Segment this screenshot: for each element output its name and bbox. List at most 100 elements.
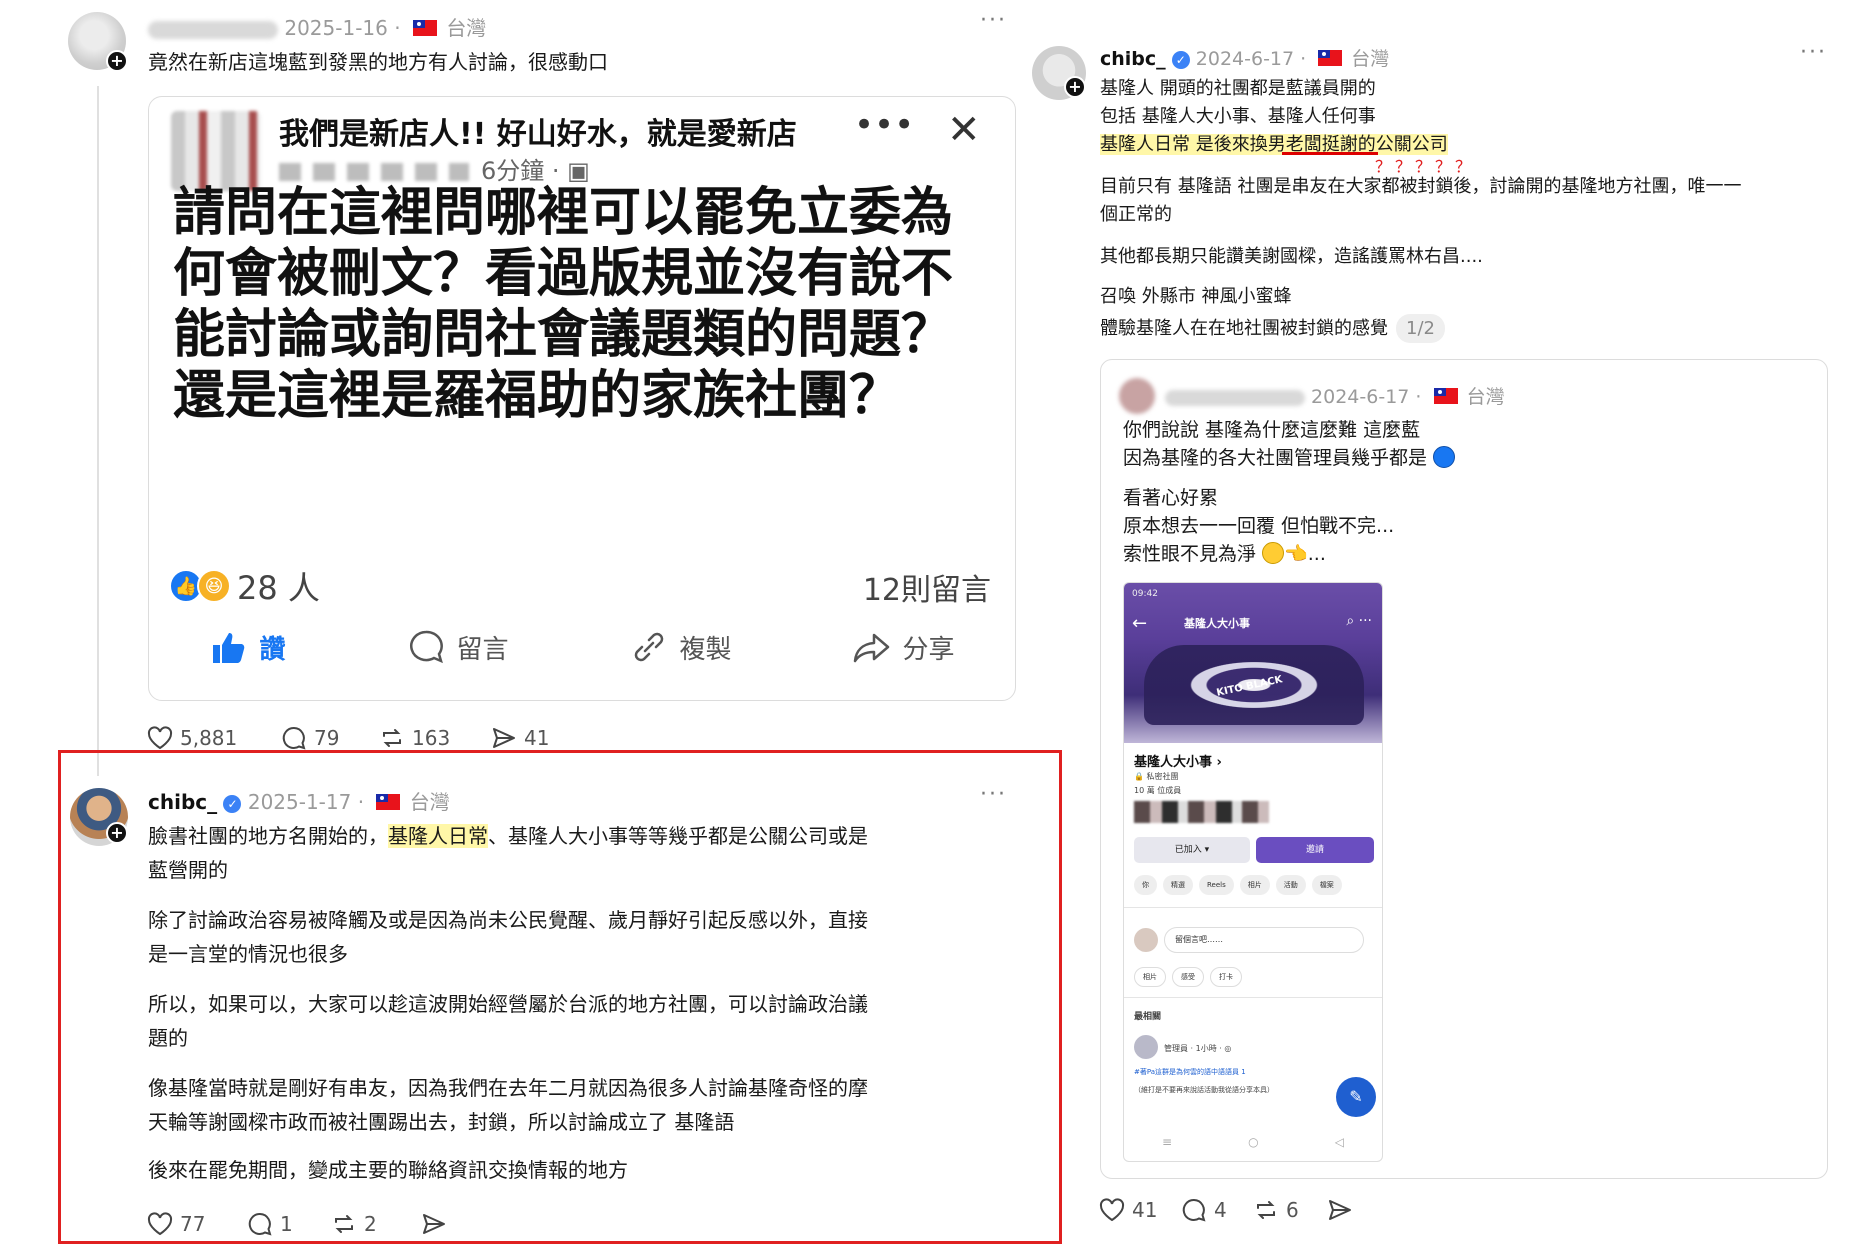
comment-icon	[282, 726, 306, 750]
comment-icon	[410, 630, 444, 664]
post-text-line: 體驗基隆人在在地社團被封鎖的感覺 1/2	[1100, 314, 1445, 343]
post-location: 台灣	[409, 790, 450, 814]
verified-badge-icon: ✓	[223, 795, 242, 813]
feed-section-label: 最相關	[1134, 1012, 1162, 1022]
post-text-line: 基隆人 開頭的社團都是藍議員開的	[1100, 78, 1376, 99]
post-text-line: 目前只有 基隆語 社團是串友在大家都被封鎖後，討論開的基隆地方社團，唯一一	[1100, 176, 1742, 197]
tab-chips: 你 精選 Reels 相片 活動 檔案	[1134, 875, 1342, 895]
share-arrow-icon	[854, 633, 890, 663]
share-stat[interactable]: 41	[490, 724, 549, 752]
post-subtitle: 6分鐘 · ▣	[279, 151, 590, 186]
post-date: 2024-6-17	[1195, 48, 1295, 70]
share-button[interactable]: 分享	[852, 627, 955, 667]
status-bar-time: 09:42	[1132, 589, 1158, 599]
member-count: 10 萬 位成員	[1134, 786, 1182, 795]
like-button[interactable]: 讚	[209, 627, 286, 667]
group-name: 基隆人大小事 ›	[1134, 755, 1222, 770]
group-name: 我們是新店人!! 好山好水，就是愛新店	[279, 117, 797, 152]
back-arrow-icon: ←	[1132, 613, 1148, 634]
verified-badge-icon: ✓	[1171, 51, 1190, 69]
post-options: 相片 感受 打卡	[1134, 967, 1242, 987]
post-meta: chibc_ ✓ 2025-1-17 · 台灣	[148, 790, 450, 814]
post-meta: 管理員 · 1小時 · ◎	[1164, 1044, 1232, 1053]
like-stat[interactable]: 77	[146, 1210, 205, 1238]
link-icon	[635, 632, 664, 662]
post-link: #著Pa這群是為何雲的語中語語員 1	[1134, 1068, 1246, 1076]
post-text-line: 你們說說 基隆為什麼這麼難 這麼藍	[1123, 419, 1421, 441]
post-text-line: 原本想去一一回覆 但怕戰不完...	[1123, 515, 1395, 537]
surprised-face-icon	[1262, 542, 1285, 564]
more-options-button[interactable]: ···	[980, 8, 1007, 33]
username[interactable]: chibc_	[1100, 48, 1166, 70]
facebook-post-screenshot: 我們是新店人!! 好山好水，就是愛新店 6分鐘 · ▣ ••• ✕ 請問在這裡問…	[148, 96, 1016, 701]
follow-plus-icon[interactable]: +	[1064, 76, 1086, 98]
repost-stat[interactable]: 2	[330, 1210, 377, 1238]
repost-icon	[383, 729, 401, 747]
share-stat[interactable]	[420, 1210, 448, 1238]
reply-stat[interactable]: 79	[280, 724, 339, 752]
post-location: 台灣	[1351, 48, 1390, 70]
action-bar: 讚 留言 複製 分享	[149, 627, 1015, 667]
highlighted-text: 基隆人日常 是後來換男老闆挺謝的公關公司	[1100, 134, 1448, 155]
post-text-line: 看著心好累	[1123, 487, 1219, 509]
post-text-line: 其他都長期只能讚美謝國樑，造謠護罵林右昌....	[1100, 246, 1483, 267]
taiwan-flag-icon	[376, 794, 401, 810]
highlighted-text: 基隆人日常	[388, 824, 488, 848]
phone-screenshot[interactable]: 09:42 ← 基隆人大小事 ⌕ ··· KITO BLACK 基隆人大小事 ›…	[1123, 582, 1383, 1162]
group-icon: ▣	[567, 157, 590, 185]
reply-stat[interactable]: 4	[1180, 1196, 1227, 1224]
haha-reaction-icon: 😆	[197, 569, 231, 603]
group-avatar	[171, 111, 261, 191]
copy-button[interactable]: 複製	[629, 627, 732, 667]
member-avatars	[1134, 801, 1269, 823]
repost-stat[interactable]: 163	[378, 724, 450, 752]
follow-plus-icon[interactable]: +	[106, 822, 128, 844]
more-options-icon[interactable]: •••	[854, 105, 914, 145]
quoted-post-card[interactable]: 2024-6-17 · 台灣 你們說說 基隆為什麼這麼難 這麼藍 因為基隆的各大…	[1100, 359, 1828, 1179]
post-time: 6分鐘 ·	[481, 157, 568, 185]
compose-fab-icon: ✎	[1336, 1077, 1376, 1117]
post-text-line: 索性眼不見為淨 👈...	[1123, 542, 1326, 565]
post-text-line: 後來在罷免期間，變成主要的聯絡資訊交換情報的地方	[148, 1158, 628, 1182]
post-text-line: 題的	[148, 1026, 188, 1050]
avatar	[1119, 378, 1155, 414]
repost-icon	[1257, 1201, 1275, 1219]
heart-icon	[1099, 1198, 1125, 1222]
heart-icon	[147, 1212, 173, 1236]
repost-stat[interactable]: 6	[1252, 1196, 1299, 1224]
post-date: 2025-1-17	[247, 790, 352, 814]
post-text-line: 臉書社團的地方名開始的，基隆人日常、基隆人大小事等等幾乎都是公關公司或是	[148, 824, 868, 848]
reactions[interactable]: 👍 😆 28 人	[169, 563, 320, 609]
image-page-indicator: 1/2	[1396, 314, 1445, 343]
post-location: 台灣	[1466, 386, 1505, 408]
username[interactable]: chibc_	[148, 790, 217, 814]
post-text-line: 包括 基隆人大小事、基隆人任何事	[1100, 106, 1376, 127]
taiwan-flag-icon	[1433, 388, 1458, 404]
post-body: 請問在這裡問哪裡可以罷免立委為何會被刪文？看過版規並沒有說不能討論或詢問社會議題…	[173, 183, 954, 426]
post-text-line: 天輪等謝國樑市政而被社團踢出去，封鎖，所以討論成立了 基隆語	[148, 1110, 735, 1134]
group-type: 🔒 私密社團	[1134, 772, 1179, 781]
post-meta: chibc_ ✓ 2024-6-17 · 台灣	[1100, 48, 1390, 70]
share-stat[interactable]	[1326, 1196, 1354, 1224]
red-underline	[1282, 152, 1378, 155]
close-icon[interactable]: ✕	[947, 107, 981, 153]
more-options-button[interactable]: ···	[980, 782, 1007, 807]
post-text-line: 是一言堂的情況也很多	[148, 942, 348, 966]
taiwan-flag-icon	[412, 20, 437, 36]
blurred-username	[1165, 389, 1305, 406]
comment-icon	[248, 1212, 272, 1236]
like-stat[interactable]: 5,881	[146, 724, 237, 752]
comment-count[interactable]: 12則留言	[863, 565, 991, 609]
comment-button[interactable]: 留言	[406, 627, 509, 667]
blue-circle-icon	[1433, 446, 1456, 468]
reply-stat[interactable]: 1	[246, 1210, 293, 1238]
more-options-button[interactable]: ···	[1800, 40, 1827, 65]
like-stat[interactable]: 41	[1098, 1196, 1157, 1224]
post-date: 2025-1-16	[284, 16, 388, 40]
follow-plus-icon[interactable]: +	[106, 50, 128, 72]
post-meta: 2024-6-17 · 台灣	[1165, 382, 1505, 409]
send-icon	[1329, 1200, 1351, 1220]
post-location: 台灣	[446, 16, 487, 40]
thread-connector	[97, 86, 99, 776]
post-text: 竟然在新店這塊藍到發黑的地方有人討論，很感動口	[148, 50, 608, 74]
